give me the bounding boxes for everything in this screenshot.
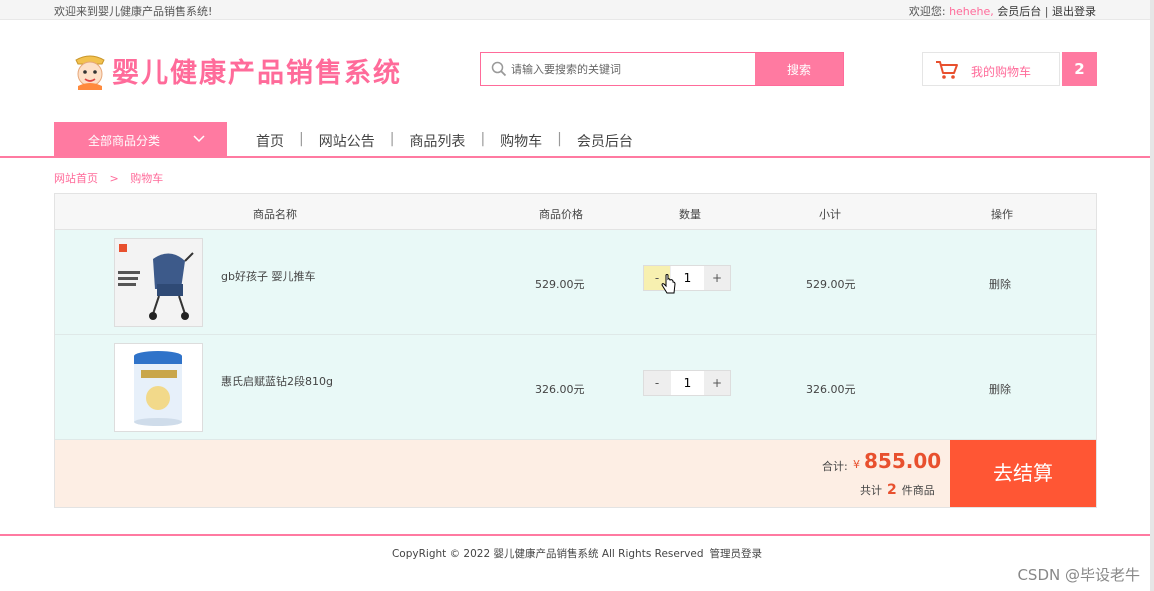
breadcrumb-current[interactable]: 购物车 [130,172,163,185]
product-name[interactable]: gb好孩子 婴儿推车 [221,268,315,284]
nav-announcements[interactable]: 网站公告 [319,131,375,151]
admin-login-link[interactable]: 管理员登录 [710,548,763,560]
search-bar: 搜索 [480,52,844,86]
breadcrumb: 网站首页 > 购物车 [54,170,163,186]
logout-link[interactable]: 退出登录 [1052,5,1096,18]
product-name[interactable]: 惠氏启赋蓝钻2段810g [221,373,333,389]
search-input[interactable] [511,53,755,85]
chevron-down-icon [193,135,205,143]
item-count: 2 [887,482,897,498]
site-title: 婴儿健康产品销售系统 [112,57,402,89]
member-center-link[interactable]: 会员后台 [997,5,1041,18]
window-edge [1150,0,1154,591]
user-links: 欢迎您: hehehe, 会员后台 | 退出登录 [909,3,1096,19]
total-label: 合计: [822,460,848,473]
quantity-input[interactable]: 1 [671,371,704,395]
my-cart-button[interactable]: 我的购物车 [922,52,1060,86]
quantity-stepper: - 1 + [643,370,731,396]
all-categories-dropdown[interactable]: 全部商品分类 [54,122,227,157]
checkout-button[interactable]: 去结算 [950,440,1096,507]
hand-cursor-icon [661,274,676,294]
nav-separator: | [557,131,562,147]
cart-count-badge[interactable]: 2 [1062,52,1097,86]
header-product-name: 商品名称 [253,208,297,221]
all-categories-label: 全部商品分类 [88,134,161,148]
baby-mascot-icon [75,55,105,90]
increase-button[interactable]: + [704,371,730,395]
site-logo[interactable]: 婴儿健康产品销售系统 [72,48,402,92]
cart-label: 我的购物车 [971,65,1032,79]
formula-can-image [115,344,202,431]
header-action: 操作 [991,208,1013,221]
delete-link[interactable]: 删除 [989,276,1011,292]
delete-link[interactable]: 删除 [989,381,1011,397]
nav-member-center[interactable]: 会员后台 [577,131,633,151]
copyright-text: CopyRight © 2022 婴儿健康产品销售系统 All Rights R… [391,548,704,560]
table-row: 惠氏启赋蓝钻2段810g 326.00元 - 1 + 326.00元 删除 [55,335,1096,440]
total-amount: 855.00 [864,449,942,473]
currency-symbol: ¥ [853,458,860,471]
breadcrumb-arrow: > [109,172,119,185]
footer-divider [0,534,1154,536]
header-subtotal: 小计 [819,208,841,221]
divider: | [1044,5,1049,18]
count-prefix: 共计 [860,484,882,497]
copyright: CopyRight © 2022 婴儿健康产品销售系统 All Rights R… [0,546,1154,561]
nav-separator: | [389,131,395,147]
main-nav: 首页 | 网站公告 | 商品列表 | 购物车 | 会员后台 [256,131,633,151]
watermark: CSDN @毕设老牛 [1017,566,1140,584]
nav-cart[interactable]: 购物车 [500,131,542,151]
hello-label: 欢迎您: [908,5,946,18]
stroller-image [115,239,202,326]
welcome-text: 欢迎来到婴儿健康产品销售系统! [54,5,213,18]
nav-product-list[interactable]: 商品列表 [409,131,465,151]
row-subtotal: 529.00元 [806,278,856,291]
nav-home[interactable]: 首页 [256,131,284,151]
quantity-stepper: - 1 + [643,265,731,291]
count-suffix: 件商品 [901,484,935,497]
username: hehehe, [949,5,994,18]
nav-separator: | [480,131,486,147]
item-count-line: 共计 2 件商品 [860,482,935,498]
cart-summary: 合计: ¥ 855.00 共计 2 件商品 去结算 [55,440,1096,507]
product-price: 529.00元 [535,278,585,291]
increase-button[interactable]: + [704,266,730,290]
header-price: 商品价格 [539,208,583,221]
cart-table: 商品名称 商品价格 数量 小计 操作 gb好孩子 婴儿推车 529.00元 - … [54,193,1097,508]
table-header: 商品名称 商品价格 数量 小计 操作 [55,194,1096,230]
top-bar: 欢迎来到婴儿健康产品销售系统! 欢迎您: hehehe, 会员后台 | 退出登录 [0,0,1154,20]
decrease-button[interactable]: - [644,371,670,395]
table-row: gb好孩子 婴儿推车 529.00元 - 1 + 529.00元 删除 [55,230,1096,335]
row-subtotal: 326.00元 [806,383,856,396]
search-icon [491,61,507,77]
nav-separator: | [299,131,304,147]
search-button[interactable]: 搜索 [755,53,843,85]
nav-divider [0,156,1154,158]
shopping-cart-icon [936,61,958,79]
product-image-stroller[interactable] [114,238,203,327]
header-quantity: 数量 [679,208,701,221]
breadcrumb-home[interactable]: 网站首页 [54,172,98,185]
product-image-formula[interactable] [114,343,203,432]
product-price: 326.00元 [535,383,585,396]
